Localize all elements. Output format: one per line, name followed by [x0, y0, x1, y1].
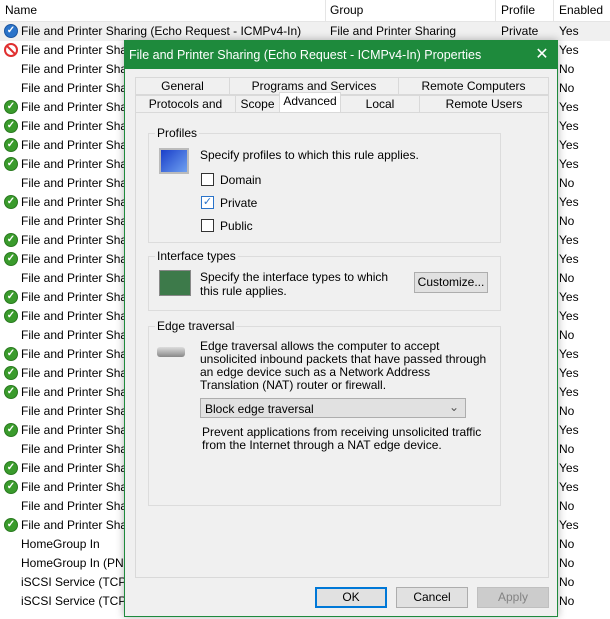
- tab-protocols-ports[interactable]: Protocols and Ports: [135, 95, 236, 127]
- tab-advanced[interactable]: Advanced: [279, 92, 341, 112]
- enabled-check-icon: ✓: [4, 24, 18, 38]
- rule-enabled: Yes: [559, 480, 579, 494]
- enabled-check-icon: ✓: [4, 423, 18, 437]
- rule-enabled: Yes: [559, 423, 579, 437]
- enabled-check-icon: ✓: [4, 366, 18, 380]
- rule-enabled: Yes: [559, 518, 579, 532]
- domain-label: Domain: [220, 173, 262, 187]
- apply-button[interactable]: Apply: [477, 587, 549, 608]
- list-header: Name Group Profile Enabled: [0, 0, 610, 22]
- rule-enabled: Yes: [559, 24, 579, 38]
- dialog-title-bar: File and Printer Sharing (Echo Request -…: [125, 41, 557, 69]
- column-name[interactable]: Name: [5, 3, 37, 17]
- public-label: Public: [220, 219, 253, 233]
- profiles-legend: Profiles: [155, 126, 200, 140]
- enabled-check-icon: ✓: [4, 195, 18, 209]
- enabled-check-icon: ✓: [4, 309, 18, 323]
- rule-enabled: Yes: [559, 385, 579, 399]
- rule-enabled: No: [559, 271, 575, 285]
- rule-enabled: Yes: [559, 138, 579, 152]
- enabled-check-icon: ✓: [4, 461, 18, 475]
- enabled-check-icon: ✓: [4, 138, 18, 152]
- enabled-check-icon: ✓: [4, 347, 18, 361]
- rule-enabled: Yes: [559, 119, 579, 133]
- column-group[interactable]: Group: [330, 3, 363, 17]
- edge-select-value: Block edge traversal: [205, 402, 314, 416]
- properties-dialog: File and Printer Sharing (Echo Request -…: [124, 40, 558, 617]
- edge-device-icon: [157, 347, 185, 357]
- enabled-check-icon: ✓: [4, 119, 18, 133]
- block-icon: [4, 43, 18, 57]
- rule-enabled: No: [559, 404, 575, 418]
- rule-enabled: No: [559, 214, 575, 228]
- rule-enabled: Yes: [559, 100, 579, 114]
- rule-group: File and Printer Sharing: [330, 24, 457, 38]
- enabled-check-icon: ✓: [4, 518, 18, 532]
- dialog-title: File and Printer Sharing (Echo Request -…: [129, 48, 482, 62]
- profiles-group: Profiles Specify profiles to which this …: [148, 126, 501, 243]
- edge-desc: Edge traversal allows the computer to ac…: [200, 339, 487, 392]
- tab-remote-computers[interactable]: Remote Computers: [398, 77, 549, 95]
- rule-enabled: Yes: [559, 309, 579, 323]
- rule-profile: Private: [501, 24, 539, 38]
- rule-enabled: No: [559, 62, 575, 76]
- rule-enabled: Yes: [559, 252, 579, 266]
- interface-desc: Specify the interface types to which thi…: [200, 270, 389, 298]
- rule-enabled: Yes: [559, 233, 579, 247]
- interface-legend: Interface types: [155, 249, 238, 263]
- private-label: Private: [220, 196, 258, 210]
- rule-enabled: No: [559, 176, 575, 190]
- enabled-check-icon: ✓: [4, 252, 18, 266]
- customize-button[interactable]: Customize...: [414, 272, 488, 293]
- enabled-check-icon: ✓: [4, 480, 18, 494]
- enabled-check-icon: ✓: [4, 157, 18, 171]
- rule-name: HomeGroup In: [21, 537, 100, 551]
- edge-legend: Edge traversal: [155, 319, 237, 333]
- rule-enabled: Yes: [559, 157, 579, 171]
- rule-name: File and Printer Sharing (Echo Request -…: [21, 24, 302, 38]
- tab-scope[interactable]: Scope: [235, 95, 280, 113]
- edge-traversal-select[interactable]: Block edge traversal ⌄: [200, 398, 466, 418]
- domain-checkbox[interactable]: [201, 173, 214, 186]
- enabled-check-icon: ✓: [4, 100, 18, 114]
- public-checkbox[interactable]: [201, 219, 214, 232]
- ok-button[interactable]: OK: [315, 587, 387, 608]
- rule-enabled: Yes: [559, 195, 579, 209]
- rule-enabled: No: [559, 575, 575, 589]
- rule-enabled: Yes: [559, 461, 579, 475]
- close-icon[interactable]: ✕: [527, 41, 557, 69]
- enabled-check-icon: ✓: [4, 385, 18, 399]
- tab-remote-users[interactable]: Remote Users: [419, 95, 549, 113]
- network-card-icon: [159, 270, 191, 296]
- tab-panel: Profiles Specify profiles to which this …: [135, 112, 549, 578]
- profiles-monitor-icon: [159, 148, 189, 174]
- chevron-down-icon: ⌄: [448, 400, 459, 414]
- rule-enabled: No: [559, 81, 575, 95]
- rule-enabled: No: [559, 594, 575, 608]
- profiles-desc: Specify profiles to which this rule appl…: [200, 148, 419, 162]
- rule-enabled: Yes: [559, 347, 579, 361]
- rule-enabled: No: [559, 499, 575, 513]
- tab-general[interactable]: General: [135, 77, 230, 95]
- rule-enabled: Yes: [559, 366, 579, 380]
- enabled-check-icon: ✓: [4, 290, 18, 304]
- table-row[interactable]: ✓ File and Printer Sharing (Echo Request …: [0, 22, 610, 41]
- column-enabled[interactable]: Enabled: [559, 3, 603, 17]
- rule-enabled: No: [559, 442, 575, 456]
- enabled-check-icon: ✓: [4, 233, 18, 247]
- edge-note: Prevent applications from receiving unso…: [202, 425, 482, 452]
- interface-types-group: Interface types Specify the interface ty…: [148, 249, 501, 311]
- cancel-button[interactable]: Cancel: [396, 587, 468, 608]
- rule-enabled: No: [559, 556, 575, 570]
- edge-traversal-group: Edge traversal Edge traversal allows the…: [148, 319, 501, 506]
- rule-enabled: No: [559, 328, 575, 342]
- rule-enabled: Yes: [559, 290, 579, 304]
- rule-enabled: Yes: [559, 43, 579, 57]
- private-checkbox[interactable]: ✓: [201, 196, 214, 209]
- column-profile[interactable]: Profile: [501, 3, 535, 17]
- rule-enabled: No: [559, 537, 575, 551]
- tab-local-principals[interactable]: Local Principals: [340, 95, 420, 127]
